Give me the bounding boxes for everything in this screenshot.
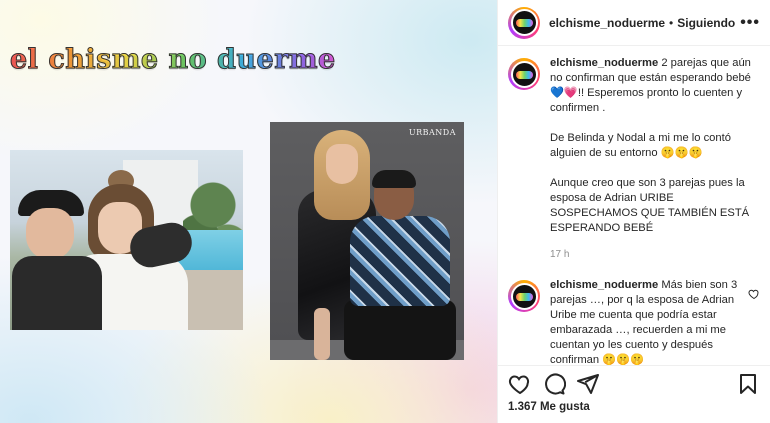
heart-outline-icon[interactable]	[748, 288, 760, 300]
caption-paragraph: elchisme_noduerme 2 parejas que aún no c…	[550, 56, 760, 116]
follow-status-button[interactable]: Siguiendo	[677, 16, 735, 30]
caption-timestamp[interactable]: 17 h	[550, 247, 760, 262]
post-image[interactable]: el chisme no duerme URBANDA	[0, 0, 497, 423]
avatar[interactable]	[508, 280, 540, 312]
reply-username[interactable]: elchisme_noduerme	[550, 279, 658, 291]
caption: elchisme_noduerme 2 parejas que aún no c…	[508, 56, 760, 262]
man-figure	[12, 190, 102, 330]
comment-icon[interactable]	[542, 372, 566, 396]
more-options-icon[interactable]: •••	[740, 14, 760, 32]
man-figure	[344, 170, 456, 360]
magazine-logo: URBANDA	[408, 128, 456, 137]
brand-title: el chisme no duerme	[10, 44, 336, 76]
post-header: elchisme_noduerme • Siguiendo •••	[498, 0, 770, 46]
comments-list[interactable]: elchisme_noduerme 2 parejas que aún no c…	[498, 46, 770, 365]
couple-photo-2: URBANDA	[270, 122, 464, 360]
caption-body: elchisme_noduerme 2 parejas que aún no c…	[550, 56, 760, 262]
reply-body: elchisme_noduerme Más bien son 3 parejas…	[550, 278, 742, 365]
caption-paragraph: De Belinda y Nodal a mi me lo contó algu…	[550, 132, 731, 159]
avatar[interactable]	[508, 58, 540, 90]
heart-icon[interactable]	[508, 372, 532, 396]
header-username[interactable]: elchisme_noduerme	[549, 16, 665, 30]
bookmark-icon[interactable]	[736, 372, 760, 396]
avatar[interactable]	[508, 6, 540, 39]
caption-paragraph: Aunque creo que son 3 parejas pues la es…	[550, 177, 750, 234]
reply-text: Más bien son 3 parejas …, por q la espos…	[550, 279, 738, 365]
action-bar	[498, 365, 770, 401]
caption-username[interactable]: elchisme_noduerme	[550, 57, 658, 69]
separator-dot: •	[669, 15, 674, 30]
share-icon[interactable]	[576, 372, 600, 396]
likes-count[interactable]: 1.367 Me gusta	[498, 401, 770, 423]
comments-panel: elchisme_noduerme • Siguiendo ••• elchis…	[497, 0, 770, 423]
reply-comment: elchisme_noduerme Más bien son 3 parejas…	[508, 278, 760, 365]
instagram-post-view: el chisme no duerme URBANDA elchisme_nod…	[0, 0, 770, 423]
couple-photo-1	[10, 150, 243, 330]
